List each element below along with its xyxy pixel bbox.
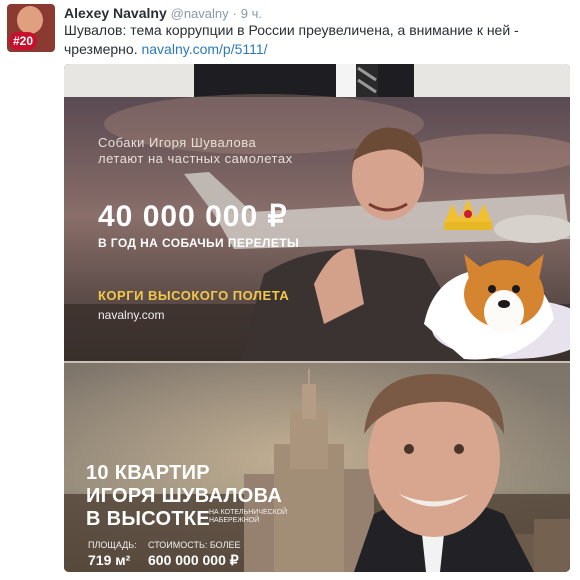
avatar-badge: #20: [9, 32, 37, 50]
panel2-title-line3: В ВЫСОТКЕ: [86, 508, 210, 530]
panel1-intro-line2: летают на частных самолетах: [98, 151, 293, 166]
avatar[interactable]: #20: [7, 4, 55, 52]
panel2-area-label: ПЛОЩАДЬ:: [88, 540, 137, 550]
panel2-cost-label: СТОИМОСТЬ: БОЛЕЕ: [148, 540, 241, 550]
image-text-layer: Собаки Игоря Шувалова летают на частных …: [64, 64, 570, 572]
panel1-intro: Собаки Игоря Шувалова летают на частных …: [98, 135, 293, 167]
panel1-amount: 40 000 000 ₽: [98, 200, 288, 233]
avatar-face: [17, 6, 43, 34]
tweet: #20 Alexey Navalny @navalny · 9 ч. Шувал…: [0, 0, 580, 580]
panel1-corgi-title: КОРГИ ВЫСОКОГО ПОЛЕТА: [98, 288, 290, 303]
timestamp[interactable]: 9 ч.: [241, 6, 262, 21]
author-handle[interactable]: @navalny: [171, 6, 229, 21]
tweet-text: Шувалов: тема коррупции в России преувел…: [64, 21, 564, 59]
panel2-title-line1: 10 КВАРТИР: [86, 462, 210, 484]
panel2-embankment: НА КОТЕЛЬНИЧЕСКОЙ НАБЕРЕЖНОЙ: [209, 509, 288, 524]
author-name[interactable]: Alexey Navalny: [64, 5, 167, 21]
panel1-amount-caption: В ГОД НА СОБАЧЬИ ПЕРЕЛЕТЫ: [98, 236, 300, 250]
separator: ·: [232, 6, 237, 21]
panel2-area-value: 719 м²: [88, 552, 131, 568]
tweet-link[interactable]: navalny.com/p/5111/: [141, 41, 267, 57]
panel1-intro-line1: Собаки Игоря Шувалова: [98, 135, 257, 150]
tweet-image[interactable]: Собаки Игоря Шувалова летают на частных …: [64, 64, 570, 572]
tweet-body: Шувалов: тема коррупции в России преувел…: [64, 22, 519, 57]
panel2-title-line2: ИГОРЯ ШУВАЛОВА: [86, 485, 283, 507]
panel1-site: navalny.com: [98, 308, 165, 322]
panel2-cost-value: 600 000 000 ₽: [148, 552, 239, 568]
